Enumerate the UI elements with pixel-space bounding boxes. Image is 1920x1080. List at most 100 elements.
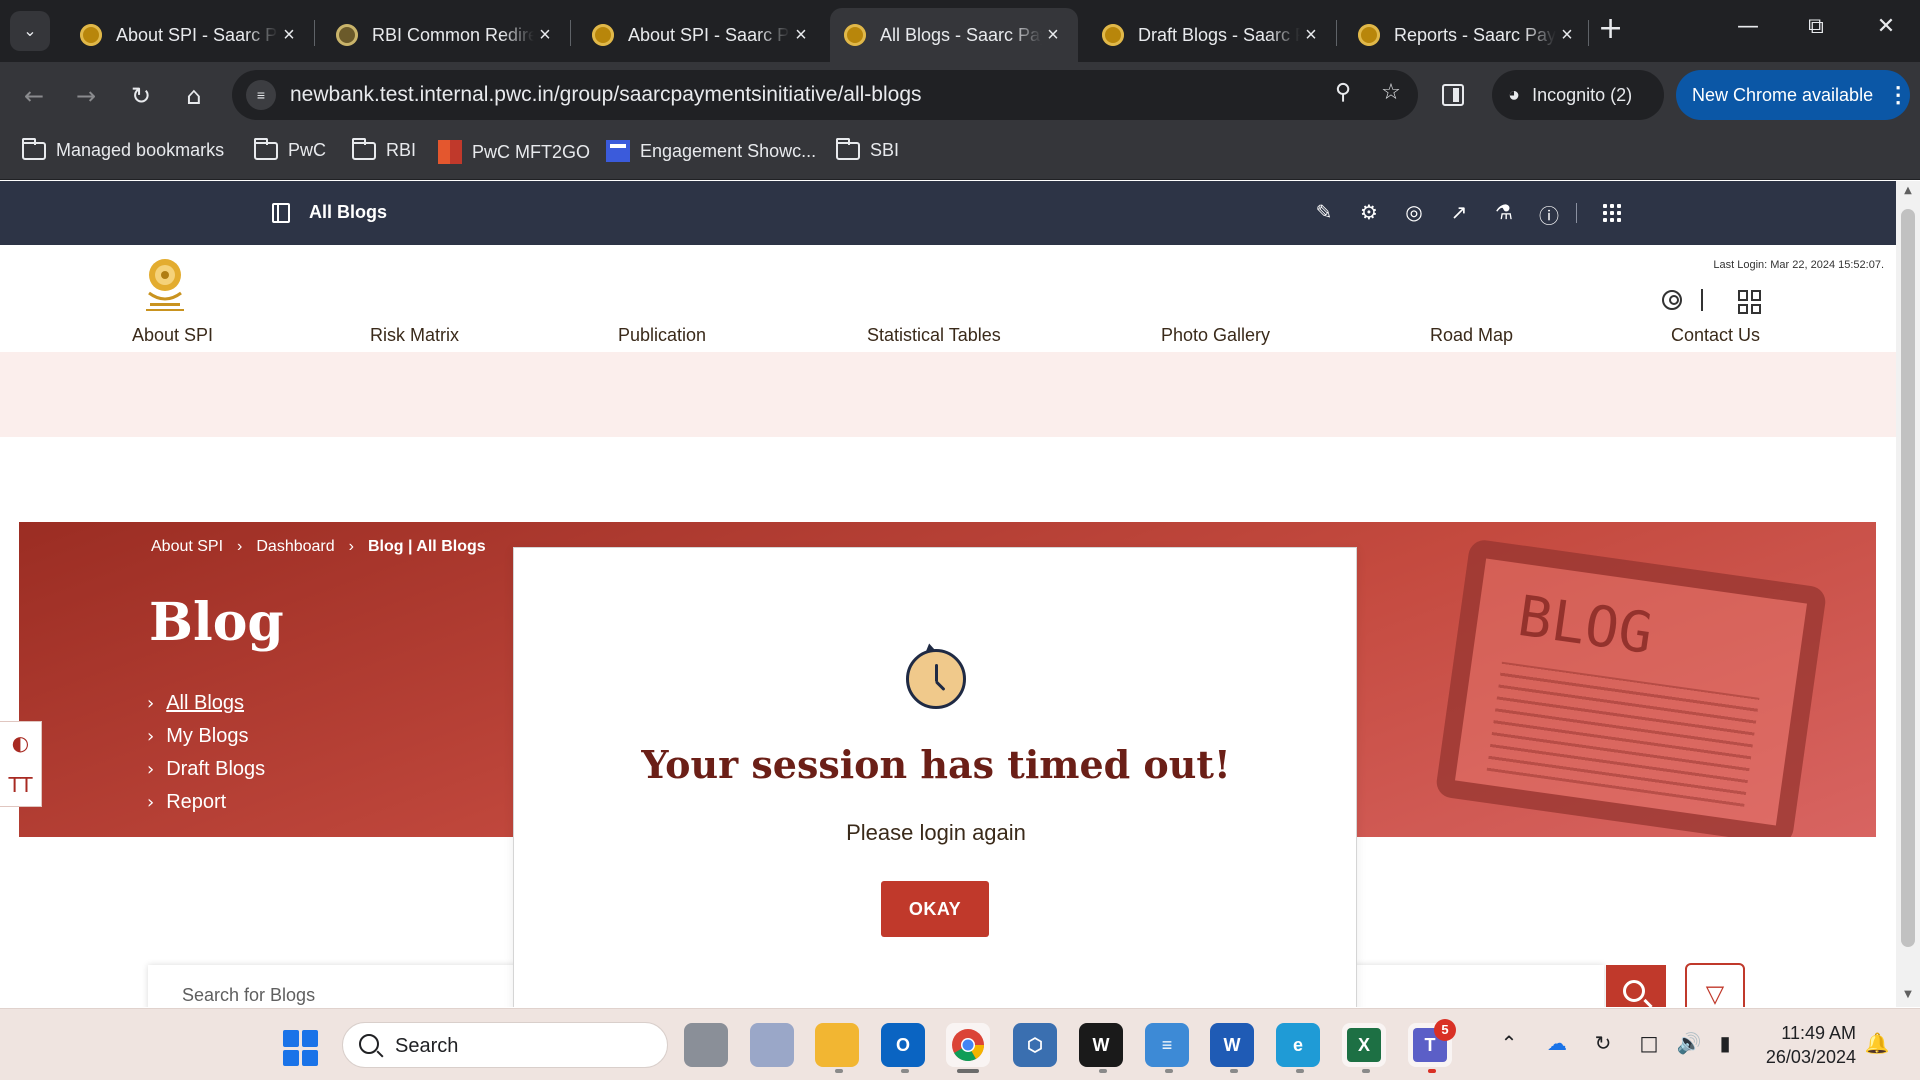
scroll-down-icon[interactable]: ▼ [1896, 989, 1920, 1000]
saarc-logo[interactable] [134, 253, 196, 315]
battery-icon[interactable]: ▮ [1710, 1031, 1740, 1055]
reload-icon[interactable]: ↻ [123, 78, 159, 114]
file-explorer-icon[interactable] [815, 1023, 859, 1067]
breadcrumb-dashboard[interactable]: Dashboard [256, 538, 334, 555]
restore-icon[interactable]: ⧉ [1796, 14, 1836, 39]
new-tab-plus-icon[interactable]: + [1598, 14, 1623, 44]
tab-reports[interactable]: Reports - Saarc Payments Initiative × [1344, 8, 1592, 62]
nav-about-spi[interactable]: About SPI [132, 325, 213, 346]
saarc-favicon-icon [1358, 24, 1380, 46]
tab-divider [314, 20, 315, 46]
home-icon[interactable]: ⌂ [176, 78, 212, 114]
notification-bell-icon[interactable]: 🔔 [1862, 1031, 1892, 1055]
webex-icon[interactable]: W [1079, 1023, 1123, 1067]
info-icon[interactable]: ⓘ [1536, 200, 1562, 229]
forward-arrow-icon[interactable]: → [68, 78, 104, 114]
bookmark-pwc-mft2go[interactable]: PwC MFT2GO [438, 140, 590, 164]
bookmark-engagement-showcase[interactable]: Engagement Showc... [606, 140, 816, 162]
windows-start-icon[interactable] [283, 1030, 319, 1066]
folder-icon [254, 137, 278, 160]
close-icon[interactable]: × [278, 24, 300, 47]
network-icon[interactable]: □ [1634, 1031, 1664, 1055]
sync-icon[interactable]: ↻ [1588, 1031, 1618, 1055]
minimize-icon[interactable]: — [1728, 14, 1768, 39]
taskbar-search-box[interactable]: Search [342, 1022, 668, 1068]
bookmark-rbi[interactable]: RBI [352, 137, 416, 161]
close-icon[interactable]: × [1556, 24, 1578, 47]
tab-draft-blogs[interactable]: Draft Blogs - Saarc Payments Initiative … [1088, 8, 1336, 62]
subnav-report[interactable]: › Report [147, 786, 265, 819]
window-close-icon[interactable]: ✕ [1866, 14, 1906, 39]
user-profile-icon[interactable] [1662, 290, 1682, 310]
system-clock[interactable]: 11:49 AM 26/03/2024 [1756, 1021, 1856, 1069]
subnav-draft-blogs[interactable]: › Draft Blogs [147, 753, 265, 786]
filter-button[interactable]: ▽ [1685, 963, 1745, 1007]
close-icon[interactable]: × [534, 24, 556, 47]
dashboard-grid-icon[interactable] [1738, 290, 1762, 314]
flask-icon[interactable]: ⚗ [1491, 200, 1517, 224]
volume-icon[interactable]: 🔊 [1674, 1031, 1704, 1055]
tab-all-blogs[interactable]: All Blogs - Saarc Payments Initiative × [830, 8, 1078, 62]
excel-icon[interactable]: X [1342, 1023, 1386, 1067]
subnav-all-blogs[interactable]: › All Blogs [147, 687, 265, 720]
bookmark-pwc[interactable]: PwC [254, 137, 326, 161]
bookmark-managed[interactable]: Managed bookmarks [22, 137, 225, 161]
page-banner-strip [0, 352, 1900, 437]
new-chrome-available-button[interactable]: New Chrome available ⋮ [1676, 70, 1910, 120]
tab-about-spi-1[interactable]: About SPI - Saarc Payments Initiative × [66, 8, 314, 62]
windows-taskbar: Search O ⬡ W ≡ W e X T 5 ⌃ ☁ ↻ □ 🔊 ▮ 11:… [0, 1008, 1920, 1080]
text-size-icon[interactable]: TT [0, 764, 41, 806]
subnav-my-blogs[interactable]: › My Blogs [147, 720, 265, 753]
breadcrumb-about-spi[interactable]: About SPI [151, 538, 223, 555]
chevron-up-icon[interactable]: ⌃ [1494, 1031, 1524, 1055]
apps-grid-icon[interactable] [1603, 204, 1621, 222]
nav-contact-us[interactable]: Contact Us [1671, 325, 1760, 346]
address-bar[interactable]: ≡ newbank.test.internal.pwc.in/group/saa… [232, 70, 1418, 120]
nav-risk-matrix[interactable]: Risk Matrix [370, 325, 459, 346]
incognito-button[interactable]: ◕ Incognito (2) [1492, 70, 1664, 120]
edge-icon[interactable]: e [1276, 1023, 1320, 1067]
close-icon[interactable]: × [1300, 24, 1322, 47]
zoom-magnifier-icon[interactable]: ⚲ [1328, 80, 1358, 105]
gear-icon[interactable]: ⚙ [1356, 200, 1382, 224]
nav-road-map[interactable]: Road Map [1430, 325, 1513, 346]
search-button[interactable] [1606, 965, 1666, 1007]
nav-publication[interactable]: Publication [618, 325, 706, 346]
task-view-icon[interactable] [684, 1023, 728, 1067]
globe-icon[interactable]: ◎ [1401, 200, 1427, 224]
close-icon[interactable]: × [790, 24, 812, 47]
word-icon[interactable]: W [1210, 1023, 1254, 1067]
bookmark-label: Managed bookmarks [56, 140, 225, 160]
url-text[interactable]: newbank.test.internal.pwc.in/group/saarc… [290, 83, 922, 107]
tab-title: About SPI - Saarc Payments Initiative [116, 24, 278, 45]
tab-search-button[interactable]: ⌄ [10, 11, 50, 51]
tab-about-spi-2[interactable]: About SPI - Saarc Payments Initiative × [578, 8, 826, 62]
notepad-icon[interactable]: ≡ [1145, 1023, 1189, 1067]
hex-app-icon[interactable]: ⬡ [1013, 1023, 1057, 1067]
outlook-icon[interactable]: O [881, 1023, 925, 1067]
close-icon[interactable]: × [1042, 24, 1064, 47]
breadcrumb: About SPI › Dashboard › Blog | All Blogs [151, 538, 486, 556]
chrome-icon[interactable] [946, 1023, 990, 1067]
incognito-label: Incognito (2) [1532, 84, 1633, 105]
database-app-icon[interactable] [750, 1023, 794, 1067]
site-info-icon[interactable]: ≡ [246, 80, 276, 110]
scrollbar-thumb[interactable] [1901, 209, 1915, 947]
onedrive-cloud-icon[interactable]: ☁ [1542, 1031, 1572, 1055]
saarc-favicon-icon [1102, 24, 1124, 46]
side-panel-icon[interactable] [1442, 84, 1464, 106]
contrast-icon[interactable]: ◐ [0, 722, 41, 764]
tab-rbi-common-redirect[interactable]: RBI Common Redirect × [322, 8, 570, 62]
back-arrow-icon[interactable]: ← [16, 78, 52, 114]
nav-photo-gallery[interactable]: Photo Gallery [1161, 325, 1270, 346]
nav-statistical-tables[interactable]: Statistical Tables [867, 325, 1001, 346]
analytics-icon[interactable]: ↗ [1446, 200, 1472, 224]
chrome-logo-icon [952, 1029, 985, 1062]
bookmark-star-icon[interactable]: ☆ [1376, 80, 1406, 105]
okay-button[interactable]: OKAY [881, 881, 989, 937]
pencil-icon[interactable]: ✎ [1311, 200, 1337, 224]
bookmark-sbi[interactable]: SBI [836, 137, 899, 161]
page-scrollbar[interactable]: ▲ ▼ [1896, 181, 1920, 1007]
scroll-up-icon[interactable]: ▲ [1896, 185, 1920, 196]
product-menu-icon[interactable] [272, 203, 290, 223]
